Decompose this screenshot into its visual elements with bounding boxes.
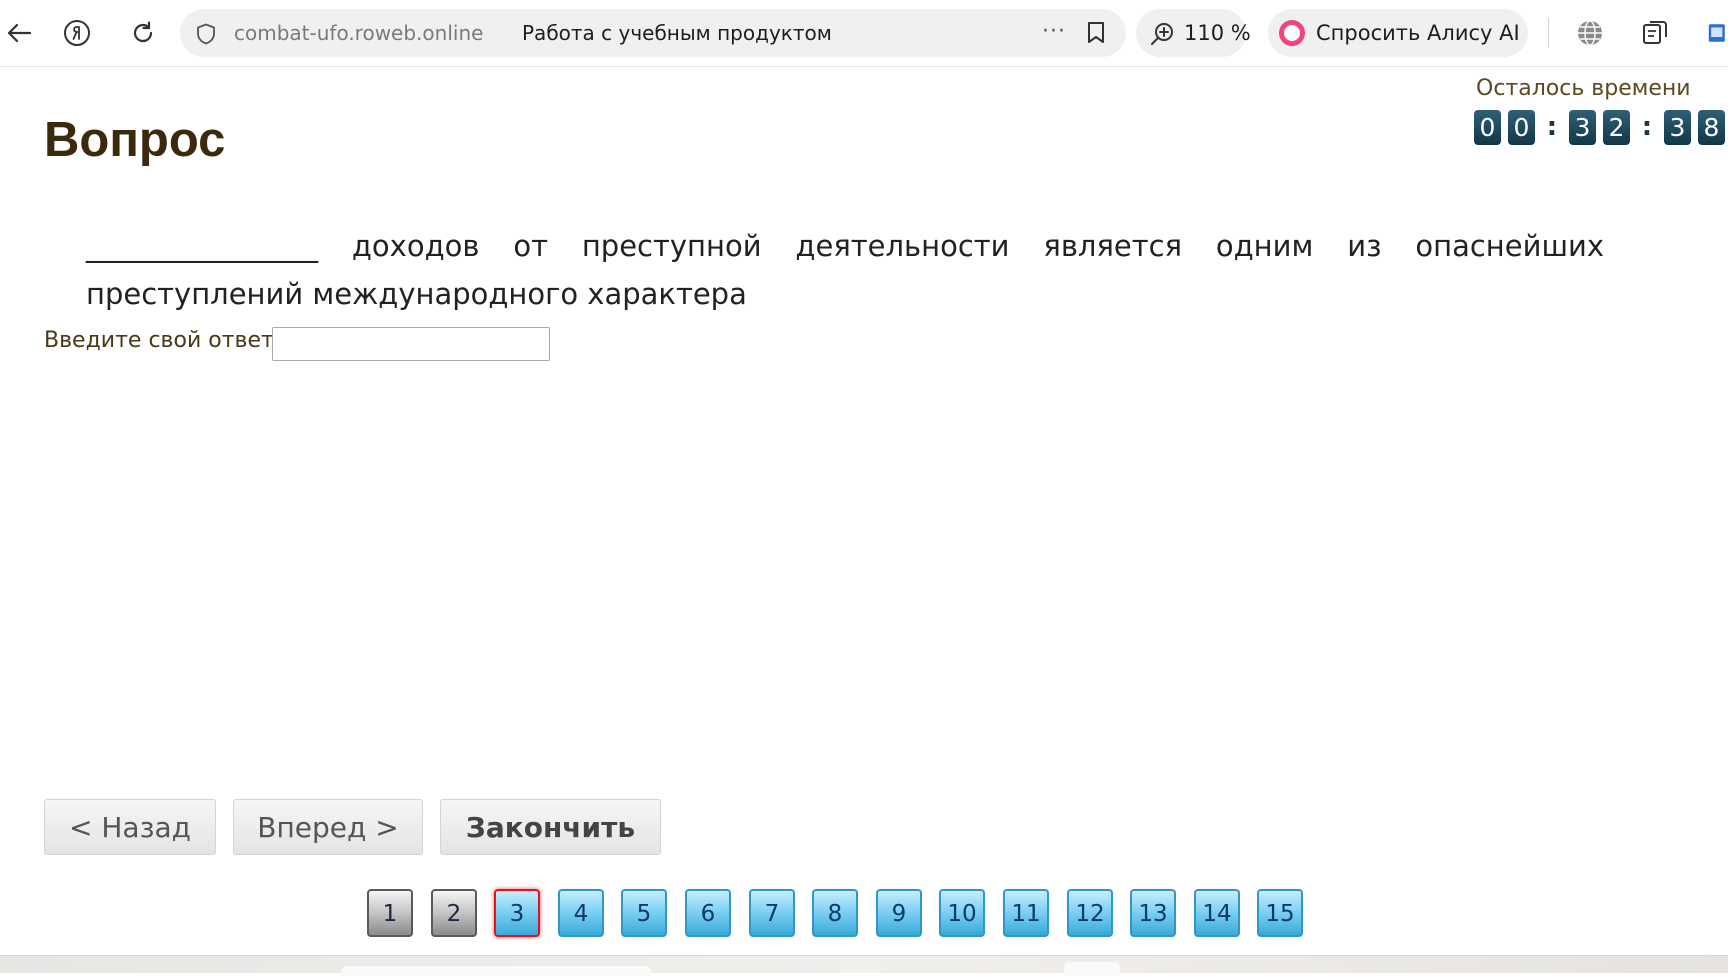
- bookmark-icon[interactable]: [1086, 21, 1106, 45]
- timer-separator: :: [1546, 111, 1558, 142]
- shield-icon[interactable]: [196, 23, 216, 45]
- answer-input[interactable]: [272, 327, 550, 361]
- ask-alice-label: Спросить Алису AI: [1316, 21, 1520, 45]
- toolbar-divider: [1548, 18, 1549, 48]
- url-domain[interactable]: combat-ufo.roweb.online: [234, 21, 483, 45]
- question-number-button-15[interactable]: 15: [1257, 889, 1303, 937]
- alice-icon: [1279, 20, 1305, 46]
- taskbar-strip: [0, 955, 1728, 976]
- question-number-button-6[interactable]: 6: [685, 889, 731, 937]
- zoom-indicator[interactable]: 110 %: [1136, 9, 1251, 57]
- countdown-timer: 0 0 : 3 2 : 3 8: [1474, 108, 1728, 146]
- question-number-button-4[interactable]: 4: [558, 889, 604, 937]
- question-number-button-13[interactable]: 13: [1130, 889, 1176, 937]
- zoom-level: 110 %: [1184, 21, 1251, 45]
- back-arrow-icon[interactable]: [0, 14, 38, 52]
- back-button[interactable]: < Назад: [44, 799, 216, 855]
- question-number-button-10[interactable]: 10: [939, 889, 985, 937]
- question-number-button-11[interactable]: 11: [1003, 889, 1049, 937]
- taskbar-tab[interactable]: [1064, 962, 1120, 976]
- timer-digit: 0: [1508, 109, 1535, 145]
- question-number-button-5[interactable]: 5: [621, 889, 667, 937]
- browser-toolbar: combat-ufo.roweb.online Работа с учебным…: [0, 0, 1728, 67]
- more-options-icon[interactable]: ···: [1042, 19, 1066, 44]
- taskbar-tab[interactable]: [340, 966, 652, 976]
- question-text: ________________ доходов от преступной д…: [86, 229, 1604, 311]
- reload-icon[interactable]: [124, 14, 162, 52]
- address-bar[interactable]: combat-ufo.roweb.online Работа с учебным…: [180, 9, 1126, 57]
- question-number-button-9[interactable]: 9: [876, 889, 922, 937]
- timer-digit: 3: [1664, 109, 1691, 145]
- question-number-button-2[interactable]: 2: [431, 889, 477, 937]
- question-number-button-14[interactable]: 14: [1194, 889, 1240, 937]
- page-heading: Вопрос: [44, 113, 226, 167]
- timer-digit: 3: [1569, 109, 1596, 145]
- zoom-in-icon: [1151, 23, 1173, 45]
- ask-alice-button[interactable]: Спросить Алису AI: [1268, 9, 1528, 57]
- question-number-button-8[interactable]: 8: [812, 889, 858, 937]
- extension-icon[interactable]: [1636, 14, 1674, 52]
- question-number-button-7[interactable]: 7: [749, 889, 795, 937]
- timer-digit: 2: [1603, 109, 1630, 145]
- forward-button[interactable]: Вперед >: [233, 799, 423, 855]
- timer-digit: 0: [1474, 109, 1501, 145]
- yandex-logo-icon[interactable]: [58, 14, 96, 52]
- timer-digit: 8: [1698, 109, 1725, 145]
- answer-label: Введите свой ответ: [44, 328, 274, 353]
- question-number-button-3[interactable]: 3: [494, 889, 540, 937]
- page-title-tab: Работа с учебным продуктом: [522, 21, 832, 45]
- question-number-button-12[interactable]: 12: [1067, 889, 1113, 937]
- question-number-button-1[interactable]: 1: [367, 889, 413, 937]
- globe-translate-icon[interactable]: [1571, 14, 1609, 52]
- profile-icon[interactable]: [1704, 14, 1728, 52]
- timer-separator: :: [1641, 111, 1653, 142]
- finish-button[interactable]: Закончить: [440, 799, 661, 855]
- timer-label: Осталось времени: [1476, 76, 1691, 101]
